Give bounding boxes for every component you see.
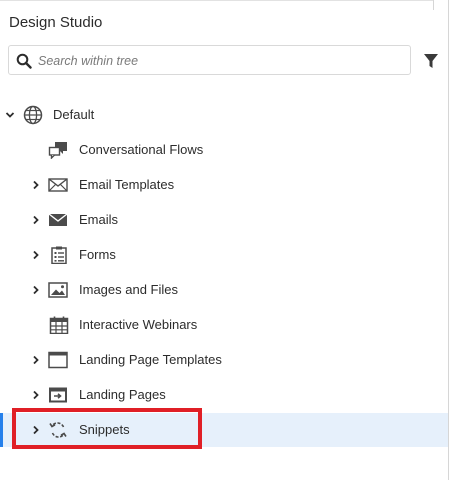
landing-page-icon xyxy=(49,387,67,403)
chevron-right-icon[interactable] xyxy=(31,390,41,400)
tree-node-emails[interactable]: Emails xyxy=(0,203,448,237)
chevron-right-icon[interactable] xyxy=(31,215,41,225)
tree-node-interactive-webinars[interactable]: Interactive Webinars xyxy=(0,308,448,342)
calendar-grid-icon xyxy=(49,316,69,334)
tree-node-label: Default xyxy=(53,107,95,122)
tree-node-label: Forms xyxy=(79,247,116,262)
chevron-down-icon[interactable] xyxy=(5,110,15,120)
filter-icon[interactable] xyxy=(423,53,439,69)
globe-icon xyxy=(23,105,43,125)
envelope-outline-icon xyxy=(48,178,68,192)
image-icon xyxy=(48,282,68,298)
tree-node-label: Images and Files xyxy=(79,282,178,297)
tree-node-landing-pages[interactable]: Landing Pages xyxy=(0,378,448,412)
tree-node-label: Emails xyxy=(79,212,119,227)
search-placeholder: Search within tree xyxy=(38,54,139,68)
search-field[interactable]: Search within tree xyxy=(8,45,411,75)
tree-node-landing-page-templates[interactable]: Landing Page Templates xyxy=(0,343,448,377)
tree-node-label: Interactive Webinars xyxy=(79,317,198,332)
chevron-right-icon[interactable] xyxy=(31,355,41,365)
clipboard-form-icon xyxy=(51,246,67,264)
tree-node-label: Conversational Flows xyxy=(79,142,204,157)
tree-node-label: Landing Pages xyxy=(79,387,166,402)
tree-node-default[interactable]: Default xyxy=(0,98,448,132)
window-icon xyxy=(48,351,68,369)
tree-node-label: Email Templates xyxy=(79,177,175,192)
annotation-highlight-box xyxy=(12,408,202,449)
panel-top-border xyxy=(0,0,433,1)
chevron-right-icon[interactable] xyxy=(31,285,41,295)
panel-right-border xyxy=(448,0,449,480)
chevron-right-icon[interactable] xyxy=(31,180,41,190)
panel-title: Design Studio xyxy=(9,14,103,31)
chevron-right-icon[interactable] xyxy=(31,250,41,260)
selection-indicator xyxy=(0,413,3,447)
tree-node-email-templates[interactable]: Email Templates xyxy=(0,168,448,202)
tree-node-label: Landing Page Templates xyxy=(79,352,222,367)
tree-node-forms[interactable]: Forms xyxy=(0,238,448,272)
envelope-filled-icon xyxy=(48,213,68,226)
tree-node-images-and-files[interactable]: Images and Files xyxy=(0,273,448,307)
chat-bubbles-icon xyxy=(48,142,67,159)
tree-node-conversational-flows[interactable]: Conversational Flows xyxy=(0,133,448,167)
search-icon xyxy=(16,53,32,69)
panel-divider-top xyxy=(433,0,434,10)
